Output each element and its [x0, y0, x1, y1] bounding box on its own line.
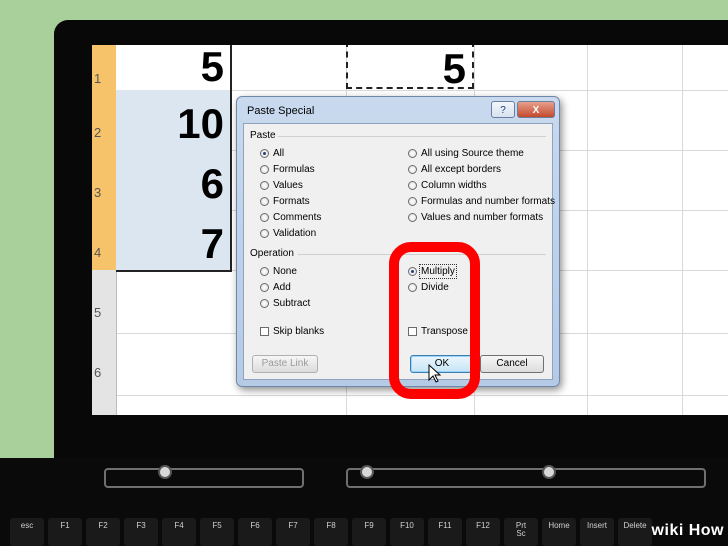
key-f12[interactable]: F12: [466, 518, 500, 546]
option-label: Skip blanks: [273, 326, 325, 337]
row-number[interactable]: 1: [92, 71, 116, 86]
radio-paste-column-widths[interactable]: Column widths: [408, 179, 487, 192]
cell-value[interactable]: 7: [116, 220, 224, 268]
hinge-right: [346, 465, 706, 488]
radio-paste-validation[interactable]: Validation: [260, 227, 316, 240]
radio-operation-subtract[interactable]: Subtract: [260, 297, 310, 310]
radio-button[interactable]: [260, 283, 269, 292]
watermark-logo: wiki How: [651, 522, 724, 539]
close-button[interactable]: X: [517, 101, 555, 118]
option-label: Formulas: [273, 164, 315, 175]
option-label: All except borders: [421, 164, 502, 175]
option-label: Formulas and number formats: [421, 196, 555, 207]
key-f7[interactable]: F7: [276, 518, 310, 546]
operation-section-label: Operation: [250, 248, 294, 259]
radio-button[interactable]: [260, 213, 269, 222]
key-f5[interactable]: F5: [200, 518, 234, 546]
section-divider: [278, 136, 546, 137]
radio-paste-except-borders[interactable]: All except borders: [408, 163, 501, 176]
cell-value[interactable]: 10: [116, 100, 224, 148]
option-label: Column widths: [421, 180, 487, 191]
key-f9[interactable]: F9: [352, 518, 386, 546]
paste-section-label: Paste: [250, 130, 276, 141]
option-label: None: [273, 266, 297, 277]
radio-button[interactable]: [408, 181, 417, 190]
copied-cell-value: 5: [442, 45, 466, 92]
key-f3[interactable]: F3: [124, 518, 158, 546]
hinge-left: [104, 465, 304, 488]
radio-button[interactable]: [408, 149, 417, 158]
radio-paste-values[interactable]: Values: [260, 179, 303, 192]
radio-button[interactable]: [260, 229, 269, 238]
key-f8[interactable]: F8: [314, 518, 348, 546]
hinge-knob: [360, 465, 374, 479]
radio-operation-none[interactable]: None: [260, 265, 297, 278]
grid-line: [587, 45, 588, 415]
radio-button[interactable]: [260, 181, 269, 190]
key-home[interactable]: Home: [542, 518, 576, 546]
radio-paste-formulas-number-formats[interactable]: Formulas and number formats: [408, 195, 555, 208]
hinge-knob: [542, 465, 556, 479]
radio-paste-values-number-formats[interactable]: Values and number formats: [408, 211, 543, 224]
radio-button[interactable]: [408, 197, 417, 206]
radio-paste-formats[interactable]: Formats: [260, 195, 310, 208]
mouse-cursor-icon: [428, 364, 442, 383]
key-esc[interactable]: esc: [10, 518, 44, 546]
radio-button[interactable]: [260, 267, 269, 276]
row-number[interactable]: 6: [92, 365, 116, 380]
key-insert[interactable]: Insert: [580, 518, 614, 546]
radio-operation-add[interactable]: Add: [260, 281, 291, 294]
grid-line: [682, 45, 683, 415]
skip-blanks-checkbox[interactable]: Skip blanks: [260, 325, 324, 338]
option-label: Subtract: [273, 298, 311, 309]
key-f6[interactable]: F6: [238, 518, 272, 546]
option-label: All using Source theme: [421, 148, 524, 159]
row-number[interactable]: 3: [92, 185, 116, 200]
radio-button[interactable]: [260, 299, 269, 308]
paste-link-button[interactable]: Paste Link: [252, 355, 318, 373]
cell-value[interactable]: 6: [116, 160, 224, 208]
function-key-row: esc F1 F2 F3 F4 F5 F6 F7 F8 F9 F10 F11 F…: [0, 518, 728, 546]
checkbox[interactable]: [260, 327, 269, 336]
option-label: Add: [273, 282, 291, 293]
row-number[interactable]: 4: [92, 245, 116, 260]
key-f2[interactable]: F2: [86, 518, 120, 546]
radio-button[interactable]: [408, 213, 417, 222]
key-f11[interactable]: F11: [428, 518, 462, 546]
radio-paste-source-theme[interactable]: All using Source theme: [408, 147, 524, 160]
cancel-button[interactable]: Cancel: [480, 355, 544, 373]
key-f4[interactable]: F4: [162, 518, 196, 546]
radio-button[interactable]: [408, 165, 417, 174]
row-number[interactable]: 2: [92, 125, 116, 140]
option-label: Values: [273, 180, 303, 191]
option-label: Formats: [273, 196, 310, 207]
key-f1[interactable]: F1: [48, 518, 82, 546]
radio-paste-comments[interactable]: Comments: [260, 211, 321, 224]
option-label: All: [273, 148, 285, 159]
option-label: Values and number formats: [421, 212, 544, 223]
radio-paste-formulas[interactable]: Formulas: [260, 163, 315, 176]
key-print-screen[interactable]: Prt Sc: [504, 518, 538, 546]
row-number[interactable]: 5: [92, 305, 116, 320]
radio-button[interactable]: [260, 149, 269, 158]
key-f10[interactable]: F10: [390, 518, 424, 546]
hinge-knob: [158, 465, 172, 479]
option-label: Validation: [273, 228, 317, 239]
cell-value[interactable]: 5: [116, 45, 224, 91]
option-label: Comments: [273, 212, 322, 223]
radio-paste-all[interactable]: All: [260, 147, 284, 160]
key-delete[interactable]: Delete: [618, 518, 652, 546]
radio-button[interactable]: [260, 165, 269, 174]
help-button[interactable]: ?: [491, 101, 515, 118]
radio-button[interactable]: [260, 197, 269, 206]
dialog-title: Paste Special: [247, 105, 315, 117]
